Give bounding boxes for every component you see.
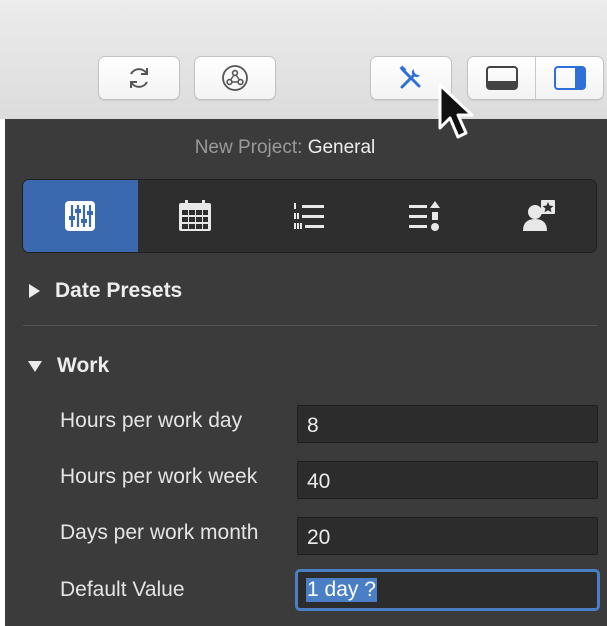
- tab-general[interactable]: [23, 180, 138, 252]
- calendar-icon: [178, 200, 211, 231]
- mouse-pointer-icon: [438, 83, 474, 139]
- hours-per-week-input[interactable]: 40: [297, 461, 598, 499]
- section-work[interactable]: Work: [27, 354, 109, 378]
- refresh-icon: [130, 68, 148, 88]
- field-row-hours-per-week: Hours per work week 40: [60, 459, 600, 499]
- inspector-panel: New Project: General Date Presets Work H…: [5, 119, 607, 626]
- section-date-presets[interactable]: Date Presets: [27, 279, 182, 303]
- field-row-hours-per-day: Hours per work day 8: [60, 403, 600, 443]
- list-icon: [294, 203, 325, 229]
- section-divider: [23, 325, 597, 326]
- disclosure-down-icon: [28, 361, 42, 372]
- refresh-button[interactable]: [98, 56, 180, 100]
- inspector-tools-icon: [399, 65, 421, 89]
- tab-people[interactable]: [481, 180, 596, 252]
- title-prefix: New Project:: [194, 137, 303, 158]
- disclosure-right-icon: [29, 284, 40, 298]
- field-value-selected: 1 day ?: [306, 578, 377, 602]
- right-sidebar-toggle[interactable]: [535, 57, 603, 99]
- bottom-pane-icon: [485, 66, 518, 90]
- tab-calendar[interactable]: [138, 180, 253, 252]
- field-value: 40: [307, 470, 331, 493]
- inspector-title: New Project: General: [5, 137, 565, 159]
- field-label: Default Value: [60, 578, 185, 601]
- hours-per-day-input[interactable]: 8: [297, 405, 598, 443]
- sort-list-icon: [409, 201, 441, 231]
- field-label: Hours per work week: [60, 465, 258, 488]
- window-toolbar: [0, 0, 607, 119]
- section-label: Date Presets: [55, 279, 183, 302]
- right-sidebar-icon: [553, 66, 586, 90]
- field-label: Hours per work day: [60, 409, 243, 432]
- person-star-icon: [522, 200, 555, 231]
- network-button[interactable]: [194, 56, 276, 100]
- sliders-icon: [65, 201, 96, 231]
- field-value: 8: [307, 414, 319, 437]
- section-label: Work: [57, 354, 110, 377]
- field-label: Days per work month: [60, 521, 259, 544]
- field-value: 20: [307, 526, 331, 549]
- tab-outline[interactable]: [252, 180, 367, 252]
- view-toggle: [467, 56, 604, 100]
- inspector-tabs: [22, 179, 597, 253]
- field-row-default-value: Default Value 1 day ?: [60, 569, 600, 611]
- field-row-days-per-month: Days per work month 20: [60, 515, 600, 555]
- default-value-input[interactable]: 1 day ?: [295, 569, 600, 611]
- title-name: General: [307, 137, 376, 158]
- tab-sort[interactable]: [367, 180, 482, 252]
- days-per-month-input[interactable]: 20: [297, 517, 598, 555]
- network-icon: [222, 65, 248, 91]
